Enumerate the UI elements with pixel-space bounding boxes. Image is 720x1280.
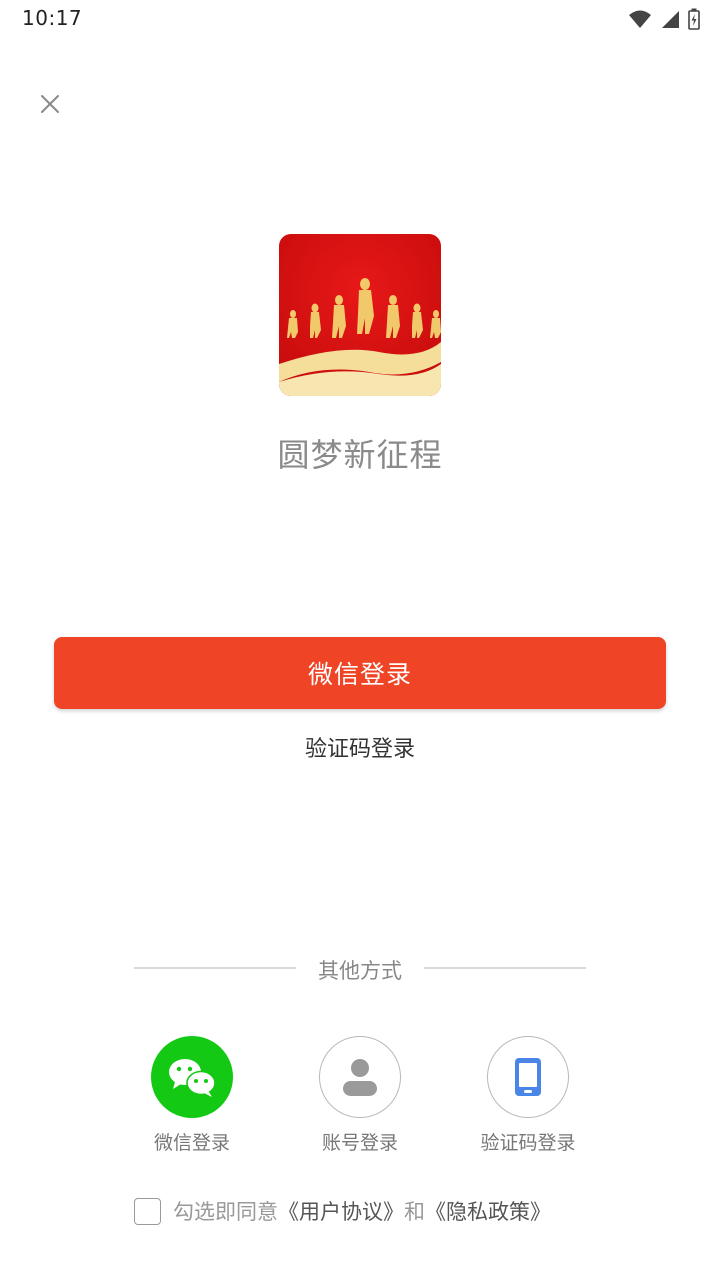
wechat-login-button[interactable]: 微信登录 <box>54 637 666 709</box>
user-icon <box>343 1059 377 1096</box>
agreement-row: 勾选即同意 《用户协议》 和 《隐私政策》 <box>134 1194 551 1228</box>
close-icon <box>41 95 59 113</box>
app-name: 圆梦新征程 <box>277 436 443 474</box>
option-code-login[interactable]: 验证码登录 <box>458 1036 598 1155</box>
wifi-icon <box>628 9 652 29</box>
other-methods-label: 其他方式 <box>318 959 402 983</box>
code-circle <box>487 1036 569 1118</box>
divider-right <box>424 967 586 969</box>
login-page: 10:17 圆梦新征程 微信登录 验证码登录 其他方式 微信登录 账号登录 验证… <box>0 0 720 1280</box>
privacy-policy-link[interactable]: 《隐私政策》 <box>425 1196 551 1226</box>
code-login-link[interactable]: 验证码登录 <box>0 731 720 763</box>
account-circle <box>319 1036 401 1118</box>
phone-icon <box>515 1058 541 1096</box>
agreement-and: 和 <box>404 1200 425 1224</box>
user-agreement-link[interactable]: 《用户协议》 <box>278 1196 404 1226</box>
status-bar: 10:17 <box>0 0 720 36</box>
option-wechat-label: 微信登录 <box>153 1132 230 1154</box>
wechat-circle <box>151 1036 233 1118</box>
status-icons <box>628 8 700 30</box>
option-account-login[interactable]: 账号登录 <box>290 1036 430 1155</box>
close-button[interactable] <box>34 88 66 120</box>
battery-charging-icon <box>688 8 700 30</box>
agreement-prefix: 勾选即同意 <box>173 1200 278 1224</box>
agreement-checkbox[interactable] <box>134 1197 161 1225</box>
option-wechat-login[interactable]: 微信登录 <box>122 1036 262 1155</box>
option-code-label: 验证码登录 <box>480 1132 576 1154</box>
option-account-label: 账号登录 <box>321 1132 398 1154</box>
divider-left <box>134 967 296 969</box>
status-time: 10:17 <box>22 6 83 30</box>
app-logo <box>279 234 441 396</box>
cell-signal-icon <box>660 9 680 29</box>
wechat-icon <box>169 1059 216 1097</box>
